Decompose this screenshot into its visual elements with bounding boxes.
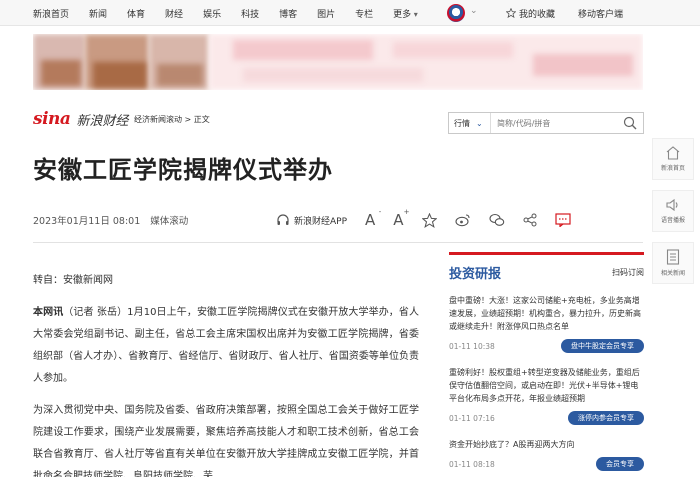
top-nav: 新浪首页 新闻 体育 财经 娱乐 科技 博客 图片 专栏 更多 ⌄ 我的收藏 移… — [0, 0, 700, 26]
chevron-down-icon: ⌄ — [476, 118, 483, 128]
side-home-button[interactable]: 新浪首页 — [652, 138, 694, 180]
app-label: 新浪财经APP — [294, 216, 348, 227]
search-type-select[interactable]: 行情 ⌄ — [449, 113, 491, 133]
repost-source: 转自：安徽新闻网 — [33, 275, 113, 286]
headphones-icon — [277, 214, 289, 225]
nav-link-more[interactable]: 更多 — [393, 7, 418, 20]
banner-block — [41, 60, 81, 86]
list-item[interactable]: 重磅利好！股权重组+转型逆变器及储能业务，重组后俣守估值翻倍空间，或启动在即！光… — [449, 366, 644, 425]
invest-research-panel: 投资研报 扫码订阅 盘中重磅！大涨！这家公司储能+充电桩，多业务高增速发展，业绩… — [449, 252, 644, 477]
side-voice-button[interactable]: 语音播报 — [652, 190, 694, 232]
nav-link-news[interactable]: 新闻 — [89, 7, 107, 20]
breadcrumb-current: 正文 — [193, 115, 210, 124]
banner-block — [393, 42, 513, 58]
banner-block — [157, 64, 203, 86]
article-title: 安徽工匠学院揭牌仪式举办 — [33, 156, 333, 184]
article-lead: 本网讯 — [33, 307, 64, 318]
panel-news-list: 盘中重磅！大涨！这家公司储能+充电桩，多业务高增速发展，业绩超预期！机构重合，暴… — [449, 294, 644, 471]
nav-link-tech[interactable]: 科技 — [241, 7, 259, 20]
comment-icon[interactable] — [554, 213, 571, 227]
chevron-down-icon[interactable]: ⌄ — [470, 6, 478, 16]
side-toolbar: 新浪首页 语音播报 相关新闻 — [652, 138, 700, 294]
speaker-icon — [666, 198, 678, 212]
nav-link-blog[interactable]: 博客 — [279, 7, 297, 20]
favorites-link[interactable]: 我的收藏 — [506, 0, 555, 26]
user-avatar-icon[interactable] — [447, 4, 465, 22]
article-meta: 2023年01月11日 08:01 媒体滚动 — [33, 213, 188, 227]
news-meta: 01-11 08:18 会员专享 — [449, 457, 644, 471]
news-headline[interactable]: 盘中重磅！大涨！这家公司储能+充电桩，多业务高增速发展，业绩超预期！机构重合，暴… — [449, 294, 644, 333]
side-related-label: 相关新闻 — [660, 270, 685, 277]
quote-search: 行情 ⌄ — [448, 112, 644, 134]
search-icon[interactable] — [623, 116, 637, 130]
nav-link-column[interactable]: 专栏 — [355, 7, 373, 20]
search-type-label: 行情 — [454, 118, 470, 128]
weibo-share-icon[interactable] — [454, 213, 471, 227]
mobile-client-link[interactable]: 移动客户端 — [578, 0, 623, 26]
news-time: 01-11 10:38 — [449, 341, 495, 351]
list-icon — [666, 249, 680, 265]
star-icon — [506, 8, 516, 18]
bookmark-star-icon[interactable] — [421, 212, 437, 228]
nav-link-sports[interactable]: 体育 — [127, 7, 145, 20]
finance-channel-name: 新浪财经 — [76, 113, 129, 129]
banner-block — [243, 68, 423, 82]
side-related-button[interactable]: 相关新闻 — [652, 242, 694, 284]
nav-link-photo[interactable]: 图片 — [317, 7, 335, 20]
site-logo[interactable]: sina 新浪财经 — [33, 108, 128, 130]
article-source[interactable]: 媒体滚动 — [150, 216, 188, 227]
panel-accent-bar — [449, 252, 644, 255]
article-paragraph-text: （记者 张岳）1月10日上午，安徽工匠学院揭牌仪式在安徽开放大学举办，省人大常委… — [33, 307, 420, 384]
nav-link-home[interactable]: 新浪首页 — [33, 7, 69, 20]
panel-header: 投资研报 扫码订阅 — [449, 263, 644, 282]
news-meta: 01-11 07:16 涨停内参会员专享 — [449, 411, 644, 425]
banner-block — [93, 62, 147, 88]
member-tag-button[interactable]: 涨停内参会员专享 — [568, 411, 644, 425]
panel-title[interactable]: 投资研报 — [449, 263, 501, 282]
font-increase-icon[interactable]: A + — [393, 208, 409, 229]
subscribe-link[interactable]: 扫码订阅 — [612, 267, 644, 278]
wechat-share-icon[interactable] — [488, 213, 505, 227]
news-meta: 01-11 10:38 盘中牛股定会员专享 — [449, 339, 644, 353]
breadcrumb: 经济新闻滚动 > 正文 — [134, 114, 210, 125]
news-headline[interactable]: 资金开始抄底了？A股再迎两大方向 — [449, 438, 644, 451]
banner-block — [533, 54, 633, 76]
news-time: 01-11 07:16 — [449, 413, 495, 423]
list-item[interactable]: 资金开始抄底了？A股再迎两大方向 01-11 08:18 会员专享 — [449, 438, 644, 471]
article-paragraph: 为深入贯彻党中央、国务院及省委、省政府决策部署，按照全国总工会关于做好工匠学院建… — [33, 405, 419, 477]
share-icon[interactable] — [523, 213, 537, 227]
ad-banner[interactable] — [33, 34, 643, 90]
article-date: 2023年01月11日 08:01 — [33, 216, 141, 227]
article-toolbar: 新浪财经APP A- A + — [276, 206, 589, 234]
app-link[interactable]: 新浪财经APP — [276, 213, 347, 227]
sina-logo: sina — [33, 109, 71, 129]
home-icon — [666, 146, 680, 160]
list-item[interactable]: 盘中重磅！大涨！这家公司储能+充电桩，多业务高增速发展，业绩超预期！机构重合，暴… — [449, 294, 644, 353]
search-input[interactable] — [491, 114, 611, 132]
member-tag-button[interactable]: 盘中牛股定会员专享 — [561, 339, 644, 353]
breadcrumb-separator: > — [182, 115, 194, 124]
article-paragraph: 本网讯（记者 张岳）1月10日上午，安徽工匠学院揭牌仪式在安徽开放大学举办，省人… — [33, 302, 419, 390]
favorites-label: 我的收藏 — [519, 9, 556, 20]
member-tag-button[interactable]: 会员专享 — [596, 457, 644, 471]
nav-link-finance[interactable]: 财经 — [165, 7, 183, 20]
side-home-label: 新浪首页 — [660, 165, 685, 172]
breadcrumb-section[interactable]: 经济新闻滚动 — [134, 115, 182, 124]
side-voice-label: 语音播报 — [660, 217, 685, 224]
font-decrease-icon[interactable]: A- — [365, 208, 381, 229]
news-time: 01-11 08:18 — [449, 459, 495, 469]
divider — [33, 242, 643, 243]
article-body: 转自：安徽新闻网 本网讯（记者 张岳）1月10日上午，安徽工匠学院揭牌仪式在安徽… — [33, 270, 419, 477]
news-headline[interactable]: 重磅利好！股权重组+转型逆变器及储能业务，重组后俣守估值翻倍空间，或启动在即！光… — [449, 366, 644, 405]
top-nav-links: 新浪首页 新闻 体育 财经 娱乐 科技 博客 图片 专栏 更多 — [33, 0, 438, 26]
banner-block — [233, 40, 373, 60]
nav-link-ent[interactable]: 娱乐 — [203, 7, 221, 20]
